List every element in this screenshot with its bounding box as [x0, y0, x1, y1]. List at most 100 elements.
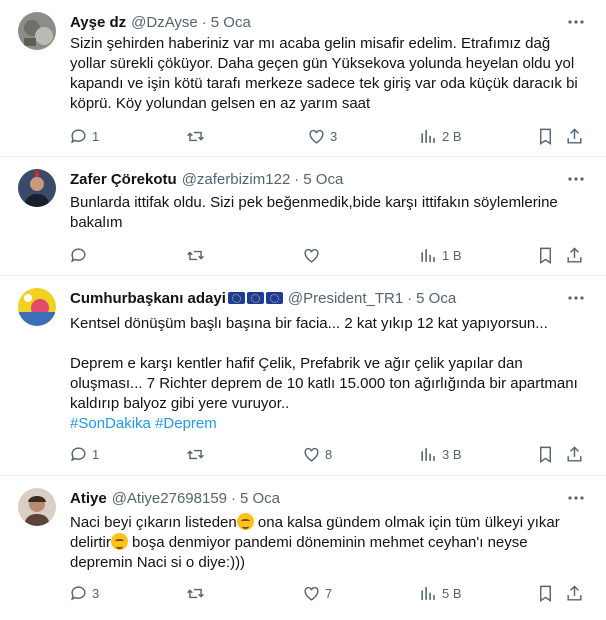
tweet-text: Bunlarda ittifak oldu. Sizi pek beğenmed… — [70, 193, 590, 233]
views-button[interactable]: 3 B — [419, 437, 462, 471]
timestamp[interactable]: 5 Oca — [240, 490, 280, 507]
user-handle[interactable]: @President_TR1 — [288, 290, 403, 307]
tweet[interactable]: Zafer Çörekotu @zaferbizim122 · 5 Oca Bu… — [0, 157, 606, 276]
heart-icon — [302, 584, 321, 603]
views-icon — [419, 127, 438, 146]
retweet-icon — [186, 127, 205, 146]
hashtag-link[interactable]: #Deprem — [155, 415, 217, 432]
smirk-emoji-icon — [110, 533, 128, 550]
views-icon — [419, 445, 438, 464]
avatar[interactable] — [18, 288, 56, 326]
retweet-icon — [186, 584, 205, 603]
action-bar: 3 7 5 B — [60, 576, 590, 610]
separator-dot: · — [201, 13, 207, 31]
like-count: 7 — [325, 585, 333, 601]
reply-count: 1 — [92, 446, 100, 462]
like-button[interactable]: 8 — [302, 437, 332, 471]
tweet-body-part: Naci beyi çıkarın listeden — [70, 514, 237, 531]
action-bar: 1 3 2 B — [60, 119, 590, 153]
timestamp[interactable]: 5 Oca — [211, 14, 251, 31]
bookmark-icon — [536, 445, 555, 464]
more-icon[interactable] — [566, 12, 586, 32]
eu-flag-icon — [246, 292, 264, 304]
smirk-emoji-icon — [236, 513, 254, 530]
retweet-button[interactable] — [186, 437, 205, 471]
views-count: 3 B — [442, 446, 462, 462]
bookmark-button[interactable] — [536, 238, 555, 272]
user-handle[interactable]: @DzAyse — [131, 14, 198, 31]
share-button[interactable] — [565, 576, 584, 610]
avatar[interactable] — [18, 12, 56, 50]
heart-icon — [302, 445, 321, 464]
more-icon[interactable] — [566, 288, 586, 308]
bookmark-button[interactable] — [536, 437, 555, 471]
bookmark-icon — [536, 584, 555, 603]
more-icon[interactable] — [566, 169, 586, 189]
hashtags: #SonDakika #Deprem — [70, 414, 590, 434]
bookmark-icon — [536, 127, 555, 146]
views-button[interactable]: 2 B — [419, 119, 462, 153]
share-icon — [565, 246, 584, 265]
views-count: 1 B — [442, 247, 462, 263]
more-icon[interactable] — [566, 488, 586, 508]
bookmark-icon — [536, 246, 555, 265]
heart-icon — [307, 127, 326, 146]
like-button[interactable]: 7 — [302, 576, 332, 610]
tweet[interactable]: Ayşe dz @DzAyse · 5 Oca Sizin şehirden h… — [0, 0, 606, 157]
user-handle[interactable]: @zaferbizim122 — [182, 171, 291, 188]
like-button[interactable]: 3 — [307, 119, 337, 153]
reply-count: 3 — [92, 585, 100, 601]
tweet[interactable]: Atiye @Atiye27698159 · 5 Oca Naci beyi ç… — [0, 476, 606, 620]
tweet-body-line1: Kentsel dönüşüm başlı başına bir facia..… — [70, 315, 548, 332]
retweet-button[interactable] — [186, 119, 205, 153]
reply-icon — [69, 584, 88, 603]
tweet-header: Atiye @Atiye27698159 · 5 Oca — [70, 488, 280, 508]
reply-count: 1 — [92, 128, 100, 144]
user-handle[interactable]: @Atiye27698159 — [112, 490, 227, 507]
share-button[interactable] — [565, 238, 584, 272]
tweet[interactable]: Cumhurbaşkanı adayi @President_TR1 · 5 O… — [0, 276, 606, 476]
reply-icon — [69, 445, 88, 464]
hashtag-link[interactable]: #SonDakika — [70, 415, 151, 432]
eu-flag-icon — [227, 292, 245, 304]
display-name[interactable]: Cumhurbaşkanı adayi — [70, 290, 226, 307]
avatar[interactable] — [18, 488, 56, 526]
tweet-text: Kentsel dönüşüm başlı başına bir facia..… — [70, 314, 590, 434]
bookmark-button[interactable] — [536, 576, 555, 610]
share-icon — [565, 445, 584, 464]
reply-button[interactable]: 1 — [69, 119, 99, 153]
tweet-body: Bunlarda ittifak oldu. Sizi pek beğenmed… — [70, 194, 562, 231]
retweet-icon — [186, 246, 205, 265]
reply-button[interactable]: 1 — [69, 437, 99, 471]
tweet-text: Sizin şehirden haberiniz var mı acaba ge… — [70, 34, 590, 114]
tweet-body-part: boşa denmiyor pandemi döneminin mehmet c… — [70, 534, 532, 571]
reply-button[interactable]: 3 — [69, 576, 99, 610]
eu-flag-emojis — [227, 292, 283, 304]
tweet-header: Cumhurbaşkanı adayi @President_TR1 · 5 O… — [70, 288, 456, 308]
separator-dot: · — [231, 489, 236, 507]
views-button[interactable]: 5 B — [419, 576, 462, 610]
timestamp[interactable]: 5 Oca — [303, 171, 343, 188]
separator-dot: · — [407, 289, 413, 307]
eu-flag-icon — [265, 292, 283, 304]
retweet-button[interactable] — [186, 576, 205, 610]
reply-button[interactable] — [69, 238, 88, 272]
avatar[interactable] — [18, 169, 56, 207]
share-button[interactable] — [565, 437, 584, 471]
share-button[interactable] — [565, 119, 584, 153]
reply-icon — [69, 246, 88, 265]
display-name[interactable]: Atiye — [70, 490, 107, 507]
bookmark-button[interactable] — [536, 119, 555, 153]
views-count: 2 B — [442, 128, 462, 144]
views-button[interactable]: 1 B — [419, 238, 462, 272]
display-name[interactable]: Ayşe dz — [70, 14, 126, 31]
reply-icon — [69, 127, 88, 146]
like-count: 8 — [325, 446, 333, 462]
heart-icon — [302, 246, 321, 265]
display-name[interactable]: Zafer Çörekotu — [70, 171, 177, 188]
timestamp[interactable]: 5 Oca — [416, 290, 456, 307]
separator-dot: · — [294, 170, 300, 188]
like-button[interactable] — [302, 238, 321, 272]
retweet-icon — [186, 445, 205, 464]
retweet-button[interactable] — [186, 238, 205, 272]
